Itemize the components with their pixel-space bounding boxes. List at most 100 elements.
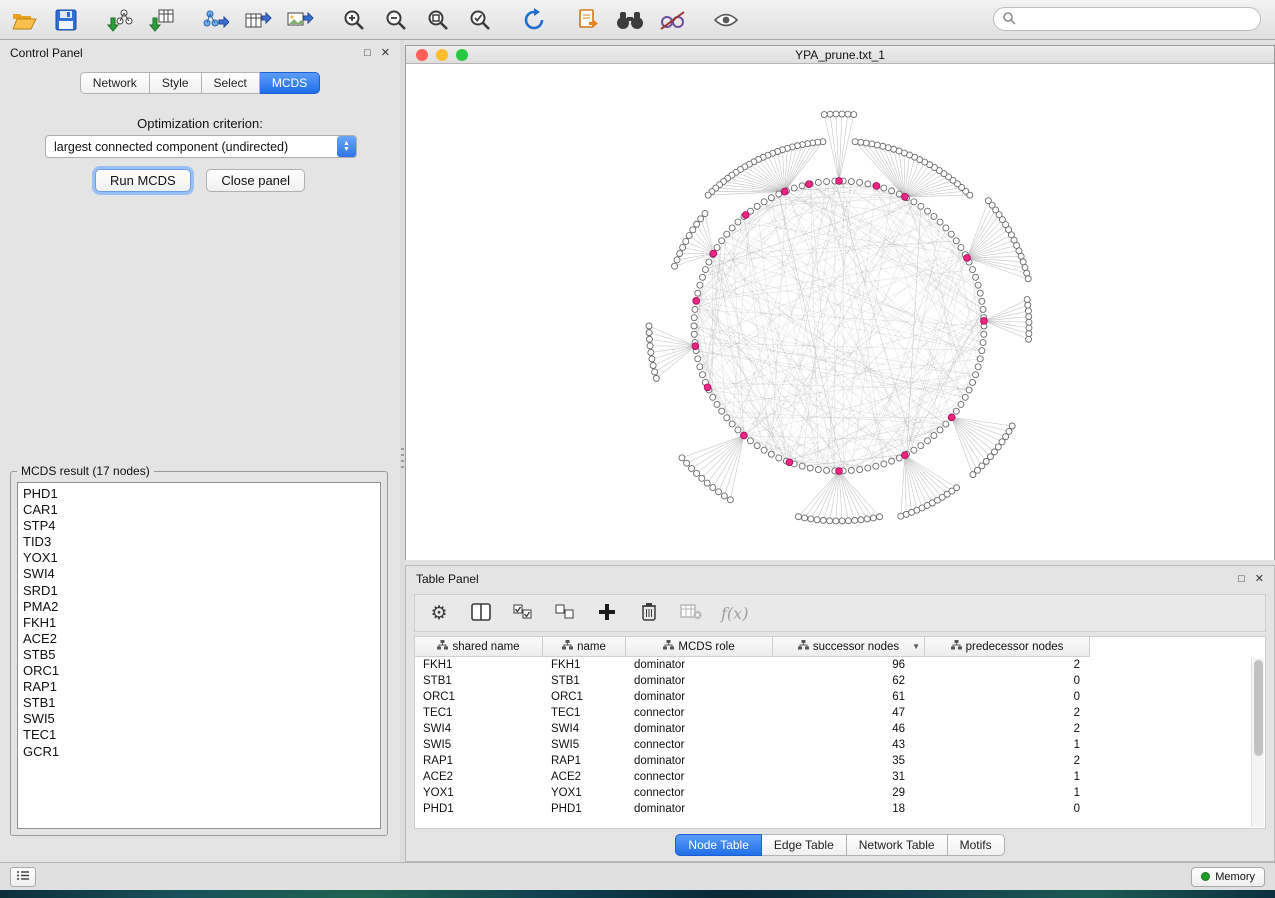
mcds-result-item[interactable]: GCR1 xyxy=(23,744,375,760)
cell-successor-nodes: 29 xyxy=(773,785,925,801)
cell-name: ORC1 xyxy=(543,689,626,705)
column-header-MCDS-role[interactable]: MCDS role xyxy=(626,637,773,657)
mcds-result-item[interactable]: YOX1 xyxy=(23,550,375,566)
table-row[interactable]: RAP1RAP1dominator352 xyxy=(415,753,1265,769)
float-panel-icon[interactable]: □ xyxy=(364,48,371,59)
show-columns-button[interactable] xyxy=(469,601,493,625)
cell-shared-name: ORC1 xyxy=(415,689,543,705)
table-row[interactable]: TEC1TEC1connector472 xyxy=(415,705,1265,721)
table-row[interactable]: ORC1ORC1dominator610 xyxy=(415,689,1265,705)
mcds-result-item[interactable]: SRD1 xyxy=(23,583,375,599)
import-table-button[interactable] xyxy=(148,6,176,34)
refresh-icon xyxy=(522,8,546,32)
mcds-result-item[interactable]: ORC1 xyxy=(23,663,375,679)
table-settings-button[interactable]: ⚙ xyxy=(427,601,451,625)
optimization-criterion-select[interactable]: largest connected component (undirected)… xyxy=(45,135,357,158)
search-input[interactable] xyxy=(1021,12,1252,26)
network-graph[interactable] xyxy=(406,64,1274,560)
tab-style[interactable]: Style xyxy=(150,72,202,94)
table-row[interactable]: SWI5SWI5connector431 xyxy=(415,737,1265,753)
search-box[interactable] xyxy=(993,7,1261,31)
network-canvas[interactable] xyxy=(406,64,1274,560)
run-mcds-button[interactable]: Run MCDS xyxy=(95,169,191,192)
tab-node-table[interactable]: Node Table xyxy=(675,834,762,856)
table-vertical-scrollbar[interactable] xyxy=(1251,658,1264,827)
optimization-criterion-value: largest connected component (undirected) xyxy=(46,140,337,154)
table-row[interactable]: SWI4SWI4dominator462 xyxy=(415,721,1265,737)
unselect-all-columns-button[interactable] xyxy=(553,601,577,625)
column-header-shared-name[interactable]: shared name xyxy=(415,637,543,657)
minimize-window-button[interactable] xyxy=(436,49,448,61)
export-table-button[interactable] xyxy=(244,6,272,34)
column-header-predecessor-nodes[interactable]: predecessor nodes xyxy=(925,637,1090,657)
tab-edge-table[interactable]: Edge Table xyxy=(762,834,847,856)
scrollbar-thumb[interactable] xyxy=(1254,660,1263,756)
create-column-button[interactable] xyxy=(595,601,619,625)
search-network-button[interactable] xyxy=(616,6,644,34)
table-row[interactable]: FKH1FKH1dominator962 xyxy=(415,657,1265,673)
mcds-result-item[interactable]: PMA2 xyxy=(23,599,375,615)
export-network-button[interactable] xyxy=(202,6,230,34)
tab-network[interactable]: Network xyxy=(80,72,150,94)
close-panel-button[interactable]: Close panel xyxy=(206,169,305,192)
cell-successor-nodes: 61 xyxy=(773,689,925,705)
table-row[interactable]: STB1STB1dominator620 xyxy=(415,673,1265,689)
table-row[interactable]: YOX1YOX1connector291 xyxy=(415,785,1265,801)
zoom-selected-button[interactable] xyxy=(466,6,494,34)
close-table-panel-icon[interactable]: ✕ xyxy=(1255,574,1264,585)
cell-shared-name: SWI4 xyxy=(415,721,543,737)
mcds-result-item[interactable]: SWI5 xyxy=(23,711,375,727)
refresh-button[interactable] xyxy=(520,6,548,34)
close-panel-icon[interactable]: ✕ xyxy=(381,48,390,59)
mcds-result-item[interactable]: TEC1 xyxy=(23,727,375,743)
zoom-in-button[interactable] xyxy=(340,6,368,34)
tab-network-table[interactable]: Network Table xyxy=(847,834,948,856)
select-all-columns-button[interactable] xyxy=(511,601,535,625)
export-image-button[interactable] xyxy=(286,6,314,34)
hide-graphics-details-button[interactable] xyxy=(658,6,686,34)
tab-motifs[interactable]: Motifs xyxy=(948,834,1005,856)
tab-select[interactable]: Select xyxy=(202,72,260,94)
mcds-result-item[interactable]: STB5 xyxy=(23,647,375,663)
open-session-button[interactable] xyxy=(10,6,38,34)
gear-icon: ⚙ xyxy=(430,602,447,625)
memory-button[interactable]: Memory xyxy=(1191,867,1265,887)
mcds-result-item[interactable]: ACE2 xyxy=(23,631,375,647)
function-builder-button[interactable]: f(x) xyxy=(721,601,748,625)
cell-mcds-role: dominator xyxy=(626,753,773,769)
mcds-result-item[interactable]: SWI4 xyxy=(23,566,375,582)
column-header-name[interactable]: name xyxy=(543,637,626,657)
save-session-button[interactable] xyxy=(52,6,80,34)
mcds-result-item[interactable]: STP4 xyxy=(23,518,375,534)
column-header-successor-nodes[interactable]: successor nodes▼ xyxy=(773,637,925,657)
binoculars-icon xyxy=(615,9,645,31)
mcds-result-item[interactable]: TID3 xyxy=(23,534,375,550)
float-table-panel-icon[interactable]: □ xyxy=(1238,574,1245,585)
cell-successor-nodes: 47 xyxy=(773,705,925,721)
zoom-fit-button[interactable] xyxy=(424,6,452,34)
mcds-result-item[interactable]: PHD1 xyxy=(23,486,375,502)
zoom-window-button[interactable] xyxy=(456,49,468,61)
zoom-out-button[interactable] xyxy=(382,6,410,34)
sort-arrow-icon[interactable]: ▼ xyxy=(912,642,920,651)
panel-menu-button[interactable] xyxy=(10,867,36,887)
cell-successor-nodes: 62 xyxy=(773,673,925,689)
mcds-result-item[interactable]: FKH1 xyxy=(23,615,375,631)
table-row[interactable]: PHD1PHD1dominator180 xyxy=(415,801,1265,817)
mcds-result-item[interactable]: CAR1 xyxy=(23,502,375,518)
import-network-button[interactable] xyxy=(106,6,134,34)
import-table-icon xyxy=(149,8,175,32)
mcds-result-item[interactable]: RAP1 xyxy=(23,679,375,695)
delete-column-button[interactable] xyxy=(637,601,661,625)
clone-network-button[interactable] xyxy=(574,6,602,34)
tab-mcds[interactable]: MCDS xyxy=(260,72,320,94)
delete-table-button[interactable] xyxy=(679,601,703,625)
table-row[interactable]: ACE2ACE2connector311 xyxy=(415,769,1265,785)
show-graphics-details-button[interactable] xyxy=(712,6,740,34)
mcds-result-item[interactable]: STB1 xyxy=(23,695,375,711)
memory-status-icon xyxy=(1201,872,1210,881)
mcds-result-list[interactable]: PHD1CAR1STP4TID3YOX1SWI4SRD1PMA2FKH1ACE2… xyxy=(17,482,381,829)
cell-predecessor-nodes: 1 xyxy=(925,737,1090,753)
cell-predecessor-nodes: 0 xyxy=(925,673,1090,689)
close-window-button[interactable] xyxy=(416,49,428,61)
